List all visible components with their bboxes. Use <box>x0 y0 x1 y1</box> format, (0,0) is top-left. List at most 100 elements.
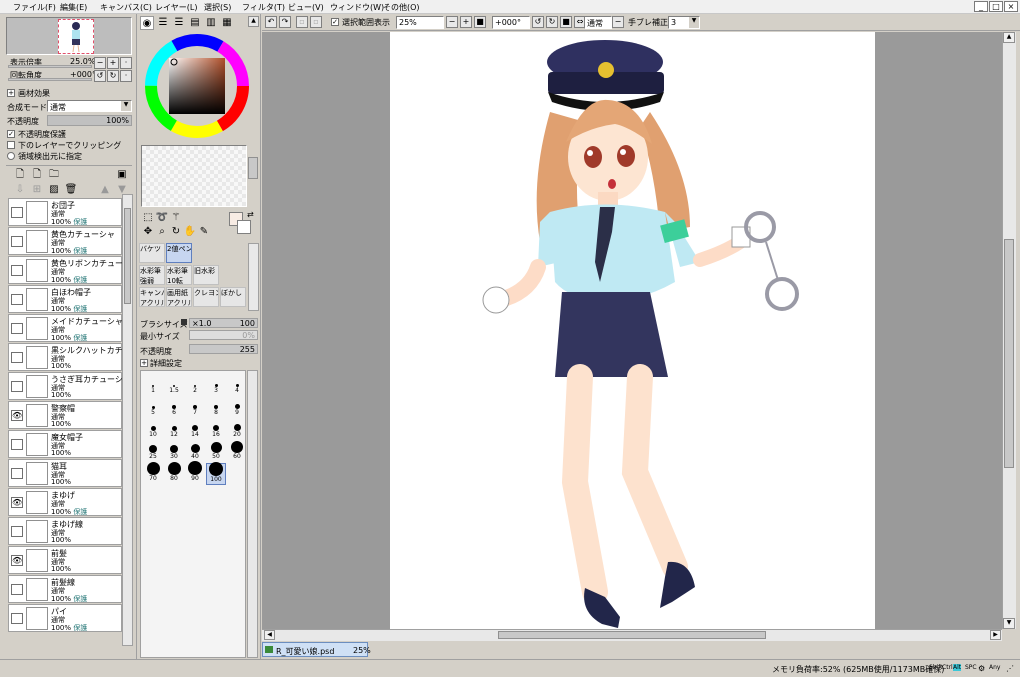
scratch-scroll-thumb[interactable] <box>248 157 258 179</box>
brush-size-cell[interactable]: 3 <box>206 375 226 397</box>
menu-filter[interactable]: フィルタ(T) <box>242 2 285 13</box>
eye-icon[interactable]: 👁 <box>11 497 23 508</box>
brush-size-cell[interactable]: 40 <box>185 441 205 463</box>
canvas-viewport[interactable] <box>262 32 1002 629</box>
visibility-toggle[interactable] <box>11 613 23 624</box>
panel-scroll-up-icon[interactable]: ▲ <box>248 16 259 27</box>
visibility-toggle[interactable] <box>11 468 23 479</box>
layer-row[interactable]: うさぎ耳カチューシャ 通常 100% <box>8 372 123 400</box>
brush-size-cell[interactable]: 20 <box>227 419 247 441</box>
layer-opacity-slider[interactable]: 100% <box>47 115 132 126</box>
magic-wand-icon[interactable]: ⚚ <box>169 211 183 225</box>
visibility-toggle[interactable] <box>11 352 23 363</box>
brush-size-cell[interactable]: 70 <box>143 462 163 485</box>
menu-view[interactable]: ビュー(V) <box>288 2 324 13</box>
invert-select-icon[interactable]: ▫ <box>310 16 322 28</box>
brush-size-cell[interactable]: 2 <box>185 375 205 397</box>
brush-size-cell[interactable]: 8 <box>206 397 226 419</box>
layer-row[interactable]: 黒シルクハットカチュ…通常100% <box>8 343 123 371</box>
layer-row[interactable]: 👁 前髪 通常 100% <box>8 546 122 574</box>
brush-size-cell[interactable]: 12 <box>164 419 184 441</box>
stabilizer-select[interactable]: 3 ▼ <box>668 16 700 29</box>
brush-size-cell[interactable]: 6 <box>164 397 184 419</box>
rotate-reset-button[interactable]: · <box>120 70 132 82</box>
layer-scroll-thumb[interactable] <box>124 208 131 304</box>
new-vector-layer-icon[interactable]: 🗋 <box>30 168 44 182</box>
eye-icon[interactable]: 👁 <box>11 555 23 566</box>
rotate-right-button[interactable]: ↻ <box>107 70 119 82</box>
layer-row[interactable]: 猫耳 通常 100% <box>8 459 122 487</box>
brush-grid-scrollbar[interactable] <box>247 370 258 658</box>
size-lock-icon[interactable] <box>181 319 187 325</box>
layer-row[interactable]: 前髪線 通常 100% 保護 <box>8 575 122 603</box>
new-layer-icon[interactable]: 🗋 <box>13 168 27 182</box>
tool-grid-scrollbar[interactable] <box>248 243 259 311</box>
scratch-pad[interactable] <box>141 145 247 207</box>
toolbar-zoom-in-icon[interactable]: + <box>460 16 472 28</box>
rotate-slider[interactable] <box>8 78 92 81</box>
chevron-down-icon[interactable]: ▼ <box>689 17 699 28</box>
brush-size-cell[interactable]: 4 <box>227 375 247 397</box>
restore-button[interactable]: □ <box>989 1 1003 12</box>
canvas-horizontal-scrollbar[interactable]: ◀ ▶ <box>262 629 1002 641</box>
color-wheel[interactable] <box>143 32 251 140</box>
color-wheel-tab-icon[interactable]: ◉ <box>140 16 154 30</box>
layer-row[interactable]: 魔女帽子 通常 100% <box>8 430 122 458</box>
rotate-left-button[interactable]: ↺ <box>94 70 106 82</box>
layer-up-icon[interactable]: ▲ <box>98 183 112 197</box>
toolbar-zoom-reset-icon[interactable]: ■ <box>474 16 486 28</box>
visibility-toggle[interactable] <box>11 526 23 537</box>
zoom-reset-button[interactable]: · <box>120 57 132 69</box>
scroll-up-icon[interactable]: ▲ <box>1003 32 1015 43</box>
layer-row[interactable]: 黄色リボンカチューシ…通常100% 保護 <box>8 256 123 284</box>
tool-button[interactable]: ぼかし <box>220 287 246 307</box>
visibility-toggle[interactable] <box>11 236 23 247</box>
layer-row[interactable]: お団子 通常 100% 保護 <box>8 198 122 226</box>
navigator-preview[interactable] <box>6 17 132 55</box>
zoom-out-button[interactable]: − <box>94 57 106 69</box>
menu-file[interactable]: ファイル(F) <box>13 2 56 13</box>
palette-tab-icon[interactable]: ▥ <box>204 16 218 30</box>
tool-button[interactable]: キャンバスアクリル <box>139 287 165 307</box>
menu-select[interactable]: 選択(S) <box>204 2 231 13</box>
visibility-toggle[interactable] <box>11 207 23 218</box>
layer-row[interactable]: メイドカチューシャ 通常 100% 保護 <box>8 314 123 342</box>
brush-size-cell[interactable]: 9 <box>227 397 247 419</box>
resize-grip-icon[interactable]: ⋰ <box>1006 664 1014 673</box>
navigator-viewport[interactable] <box>58 19 94 54</box>
brush-size-cell[interactable]: 14 <box>185 419 205 441</box>
blend-select[interactable]: 通常 <box>584 16 612 29</box>
merge-down-icon[interactable]: ⊞ <box>30 183 44 197</box>
zoom-in-button[interactable]: + <box>107 57 119 69</box>
scroll-left-icon[interactable]: ◀ <box>264 630 275 640</box>
secondary-color-swatch[interactable] <box>237 220 251 234</box>
brush-size-cell[interactable]: 16 <box>206 419 226 441</box>
scroll-right-icon[interactable]: ▶ <box>990 630 1001 640</box>
deselect-icon[interactable]: ▫ <box>296 16 308 28</box>
tool-button[interactable]: 水彩筆 10転 <box>166 265 192 285</box>
visibility-toggle[interactable] <box>11 323 23 334</box>
brush-size-cell[interactable]: 30 <box>164 441 184 463</box>
tool-button[interactable]: バケツ <box>139 243 165 263</box>
chevron-down-icon[interactable]: ▼ <box>121 101 131 111</box>
close-button[interactable]: × <box>1004 1 1018 12</box>
transfer-down-icon[interactable]: ⇩ <box>13 183 27 197</box>
toolbar-zoom-out-icon[interactable]: − <box>446 16 458 28</box>
layer-row[interactable]: 黄色カチューシャ 通常 100% 保護 <box>8 227 122 255</box>
vertical-scroll-thumb[interactable] <box>1004 239 1014 468</box>
lasso-icon[interactable]: ➰ <box>155 211 169 225</box>
rotate-ccw-icon[interactable]: ↺ <box>532 16 544 28</box>
density-slider[interactable]: 255 <box>189 344 258 354</box>
menu-edit[interactable]: 編集(E) <box>60 2 87 13</box>
min-size-slider[interactable]: 0% <box>189 330 258 340</box>
brush-size-cell[interactable]: 1.5 <box>164 375 184 397</box>
stabilizer-icon[interactable]: − <box>612 16 624 28</box>
brush-size-cell[interactable]: 50 <box>206 441 226 463</box>
rect-select-icon[interactable]: ⬚ <box>141 211 155 225</box>
zoom-select[interactable]: 25% <box>396 16 444 29</box>
layer-row[interactable]: 👁 まゆげ 通常 100% 保護 <box>8 488 122 516</box>
undo-icon[interactable]: ↶ <box>265 16 277 28</box>
clear-layer-icon[interactable]: ▨ <box>47 183 61 197</box>
scroll-down-icon[interactable]: ▼ <box>1003 618 1015 629</box>
brush-size-cell[interactable]: 25 <box>143 441 163 463</box>
